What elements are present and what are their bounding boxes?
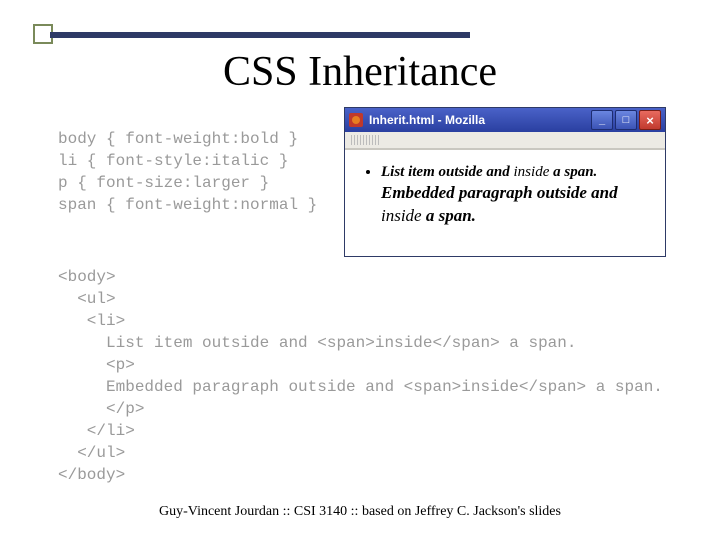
browser-window: Inherit.html - Mozilla _ □ × List item o… <box>345 108 665 256</box>
html-code-block: <body> <ul> <li> List item outside and <… <box>58 266 663 486</box>
decorative-top-rule <box>50 32 470 38</box>
footer-text: Guy-Vincent Jourdan :: CSI 3140 :: based… <box>0 504 720 520</box>
li-text-before: List item outside and <box>381 164 514 180</box>
slide-title: CSS Inheritance <box>0 48 720 96</box>
window-titlebar: Inherit.html - Mozilla _ □ × <box>345 108 665 132</box>
li-text-after: a span. <box>549 164 597 180</box>
window-toolbar <box>345 132 665 149</box>
close-button[interactable]: × <box>639 110 661 130</box>
p-text-before: Embedded paragraph outside and <box>381 183 618 202</box>
rendered-page: List item outside and inside a span. Emb… <box>345 149 665 256</box>
p-span-inside: inside <box>381 206 422 225</box>
list-item: List item outside and inside a span. Emb… <box>381 162 647 228</box>
rendered-list: List item outside and inside a span. Emb… <box>363 162 647 228</box>
minimize-button[interactable]: _ <box>591 110 613 130</box>
embedded-paragraph: Embedded paragraph outside and inside a … <box>381 182 647 228</box>
li-span-inside: inside <box>514 164 550 180</box>
maximize-button[interactable]: □ <box>615 110 637 130</box>
window-buttons: _ □ × <box>591 110 661 130</box>
p-text-after: a span. <box>422 206 476 225</box>
close-glyph: × <box>646 114 654 127</box>
css-code-block: body { font-weight:bold } li { font-styl… <box>58 128 317 216</box>
mozilla-icon <box>349 113 363 127</box>
window-title-text: Inherit.html - Mozilla <box>369 113 591 127</box>
maximize-glyph: □ <box>623 115 630 126</box>
minimize-glyph: _ <box>599 115 605 126</box>
